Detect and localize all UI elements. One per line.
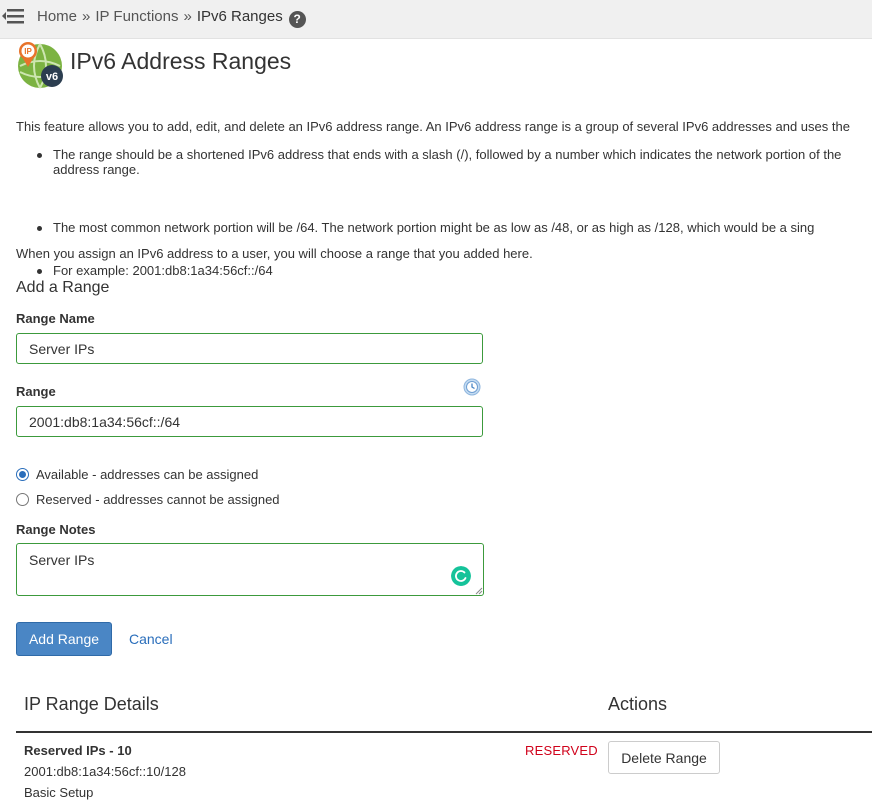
- top-bar: Home» IP Functions» IPv6 Ranges?: [0, 0, 872, 39]
- radio-available-label: Available - addresses can be assigned: [36, 467, 259, 482]
- breadcrumb-separator: »: [183, 8, 192, 25]
- cancel-link[interactable]: Cancel: [129, 631, 173, 647]
- range-row-name: Reserved IPs - 10: [24, 743, 132, 758]
- table-header-actions: Actions: [608, 694, 668, 714]
- availability-option-available[interactable]: Available - addresses can be assigned: [16, 467, 258, 482]
- menu-toggle-icon[interactable]: [0, 5, 26, 27]
- table-header-divider: [16, 731, 872, 733]
- range-notes-textarea[interactable]: Server IPs: [16, 543, 484, 596]
- info-list: The range should be a shortened IPv6 add…: [37, 147, 872, 278]
- help-icon[interactable]: ?: [288, 11, 306, 28]
- range-label: Range: [16, 384, 56, 399]
- icon-badge-ip: IP: [24, 47, 32, 56]
- intro-text: This feature allows you to add, edit, an…: [16, 119, 850, 134]
- availability-option-reserved[interactable]: Reserved - addresses cannot be assigned: [16, 492, 280, 507]
- breadcrumb-separator: »: [82, 8, 91, 25]
- icon-badge-v6: v6: [46, 71, 58, 83]
- radio-reserved-label: Reserved - addresses cannot be assigned: [36, 492, 280, 507]
- table-header-details: IP Range Details: [24, 694, 159, 714]
- assign-note-text: When you assign an IPv6 address to a use…: [16, 246, 533, 261]
- clock-icon[interactable]: [463, 378, 481, 396]
- range-row-notes: Basic Setup: [24, 785, 94, 800]
- range-name-input[interactable]: [16, 333, 483, 364]
- info-bullet: For example: 2001:db8:1a34:56cf::/64: [37, 263, 872, 278]
- add-range-heading: Add a Range: [16, 279, 110, 296]
- add-range-button[interactable]: Add Range: [16, 622, 112, 656]
- range-notes-label: Range Notes: [16, 522, 96, 537]
- breadcrumb: Home» IP Functions» IPv6 Ranges?: [37, 8, 306, 28]
- status-badge: RESERVED: [525, 743, 598, 758]
- breadcrumb-current: IPv6 Ranges: [196, 8, 283, 25]
- info-bullet: The range should be a shortened IPv6 add…: [37, 147, 872, 177]
- grammarly-icon[interactable]: [451, 566, 471, 586]
- ipv6-ranges-icon: IP v6: [18, 42, 63, 89]
- resize-grip-icon[interactable]: [475, 587, 483, 595]
- range-name-label: Range Name: [16, 311, 95, 326]
- radio-reserved[interactable]: [16, 493, 29, 506]
- radio-available[interactable]: [16, 468, 29, 481]
- breadcrumb-home[interactable]: Home: [37, 8, 77, 25]
- delete-range-button[interactable]: Delete Range: [608, 741, 720, 774]
- info-bullet: The most common network portion will be …: [37, 220, 872, 235]
- range-row-range: 2001:db8:1a34:56cf::10/128: [24, 764, 186, 779]
- range-input[interactable]: [16, 406, 483, 437]
- page-title: IPv6 Address Ranges: [70, 48, 292, 74]
- breadcrumb-ip-functions[interactable]: IP Functions: [95, 8, 178, 25]
